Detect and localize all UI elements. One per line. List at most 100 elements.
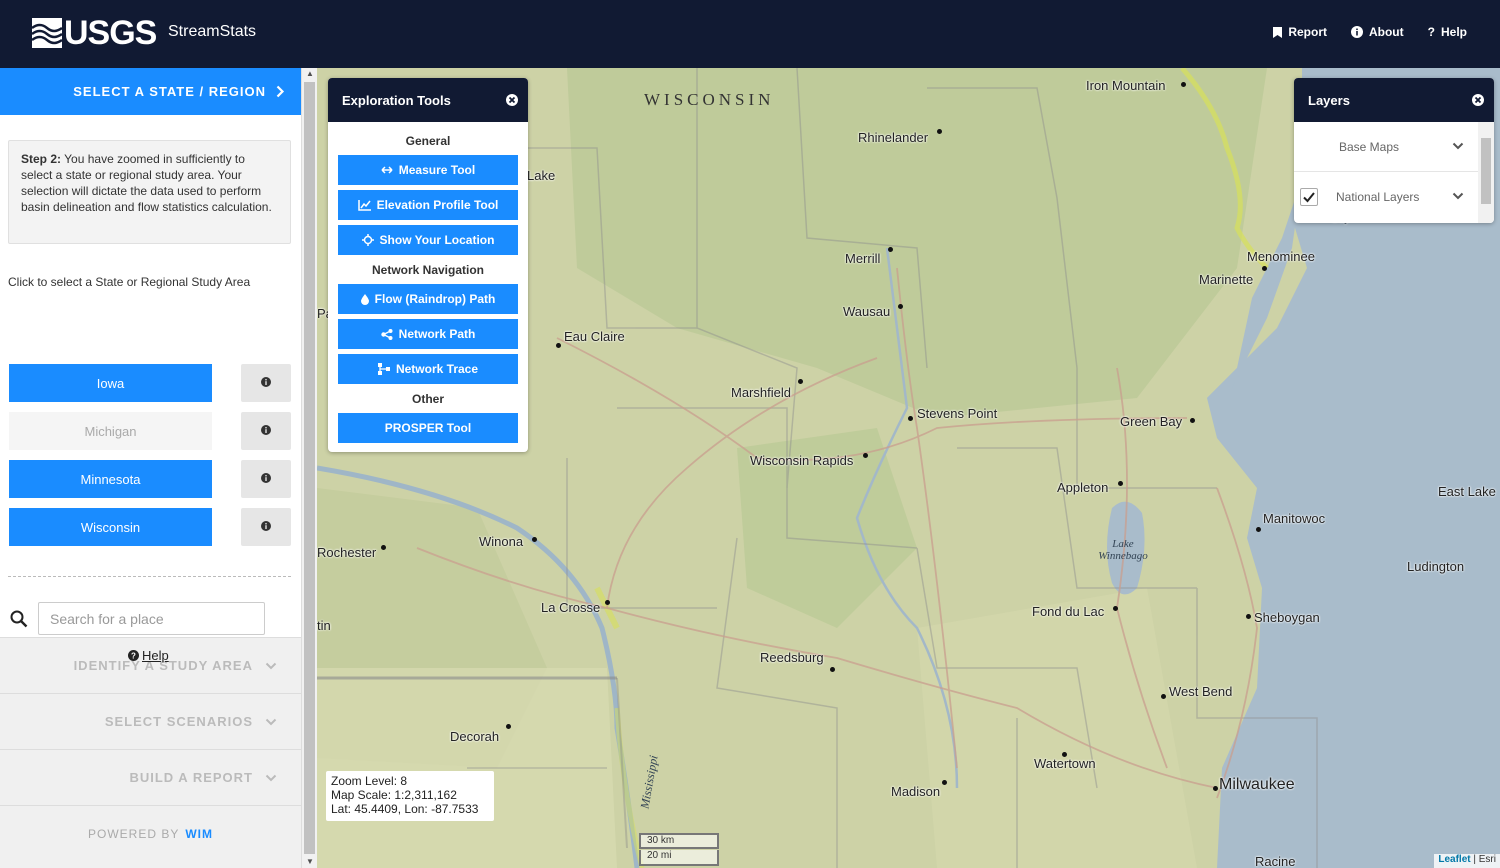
share-nodes-icon bbox=[380, 328, 393, 340]
region-info-button-iowa[interactable] bbox=[241, 364, 291, 402]
help-label: Help bbox=[1440, 25, 1467, 39]
step-identify-study-area[interactable]: IDENTIFY A STUDY AREA bbox=[0, 637, 301, 693]
city-label: Manitowoc bbox=[1263, 511, 1326, 526]
city-label: Rochester bbox=[317, 545, 377, 560]
city-marker bbox=[556, 343, 561, 348]
city-marker bbox=[605, 600, 610, 605]
city-label: Reedsburg bbox=[760, 650, 824, 665]
place-search-input[interactable] bbox=[38, 602, 265, 635]
divider bbox=[8, 576, 291, 577]
national-layers-label: National Layers bbox=[1336, 190, 1420, 204]
city-label: Racine bbox=[1255, 854, 1296, 868]
attribution-separator: | bbox=[1470, 854, 1479, 865]
layer-group-base-maps[interactable]: Base Maps bbox=[1294, 122, 1478, 172]
city-marker bbox=[1256, 527, 1261, 532]
city-label: tin bbox=[317, 618, 331, 633]
city-label: Appleton bbox=[1057, 480, 1109, 495]
sitemap-icon bbox=[377, 363, 390, 375]
chevron-right-icon bbox=[276, 85, 285, 98]
map-scale: Map Scale: 1:2,311,162 bbox=[331, 788, 457, 802]
network-path-label: Network Path bbox=[398, 327, 476, 341]
step-select-state-body: Step 2: You have zoomed in sufficiently … bbox=[0, 115, 301, 663]
network-path-button[interactable]: Network Path bbox=[338, 319, 518, 349]
top-nav: Report About ? Help bbox=[1273, 25, 1467, 39]
city-marker bbox=[830, 667, 835, 672]
usgs-logo[interactable]: USGS bbox=[32, 16, 157, 50]
step-select-state-label: SELECT A STATE / REGION bbox=[73, 84, 266, 99]
info-icon bbox=[261, 470, 271, 488]
step-select-scenarios[interactable]: SELECT SCENARIOS bbox=[0, 693, 301, 749]
measure-tool-button[interactable]: Measure Tool bbox=[338, 155, 518, 185]
city-marker bbox=[937, 129, 942, 134]
national-layers-checkbox[interactable] bbox=[1300, 188, 1318, 206]
region-button-iowa[interactable]: Iowa bbox=[9, 364, 212, 402]
about-link[interactable]: About bbox=[1350, 25, 1404, 39]
step-instructions: Step 2: You have zoomed in sufficiently … bbox=[8, 140, 291, 244]
city-label: Sheboygan bbox=[1254, 610, 1320, 625]
step-number: Step 2: bbox=[21, 152, 62, 166]
city-label: Marinette bbox=[1199, 272, 1254, 287]
city-label: Eau Claire bbox=[564, 329, 625, 344]
wim-link[interactable]: WIM bbox=[185, 827, 213, 841]
region-info-button-michigan[interactable] bbox=[241, 412, 291, 450]
city-marker bbox=[1181, 82, 1186, 87]
network-trace-label: Network Trace bbox=[395, 362, 479, 376]
layers-scrollbar-thumb[interactable] bbox=[1481, 138, 1491, 204]
region-info-button-wisconsin[interactable] bbox=[241, 508, 291, 546]
usgs-wave-icon bbox=[32, 18, 62, 48]
tools-section-other: Other bbox=[411, 392, 444, 406]
network-trace-button[interactable]: Network Trace bbox=[338, 354, 518, 384]
svg-text:?: ? bbox=[131, 652, 136, 661]
close-icon[interactable] bbox=[506, 94, 518, 106]
search-help-link[interactable]: ? Help bbox=[128, 648, 169, 663]
city-label: Lake bbox=[527, 168, 556, 183]
layers-scrollbar[interactable] bbox=[1478, 122, 1494, 223]
region-info-button-minnesota[interactable] bbox=[241, 460, 291, 498]
city-marker bbox=[506, 724, 511, 729]
prosper-tool-button[interactable]: PROSPER Tool bbox=[338, 413, 518, 443]
scroll-down-icon[interactable]: ▼ bbox=[302, 856, 318, 868]
close-icon[interactable] bbox=[1472, 94, 1484, 106]
city-label: West Bend bbox=[1169, 684, 1233, 699]
city-label: Stevens Point bbox=[917, 406, 998, 421]
tools-section-network: Network Navigation bbox=[371, 263, 485, 277]
flow-path-button[interactable]: Flow (Raindrop) Path bbox=[338, 284, 518, 314]
city-marker bbox=[798, 379, 803, 384]
info-icon bbox=[261, 518, 271, 536]
powered-by-label: POWERED BY bbox=[87, 826, 180, 841]
info-icon bbox=[261, 374, 271, 392]
powered-by: POWERED BY WIM bbox=[0, 805, 301, 861]
city-label: Watertown bbox=[1034, 756, 1096, 771]
report-link[interactable]: Report bbox=[1273, 25, 1327, 39]
step-build-report[interactable]: BUILD A REPORT bbox=[0, 749, 301, 805]
city-marker bbox=[381, 545, 386, 550]
base-maps-label: Base Maps bbox=[1339, 139, 1400, 154]
elevation-profile-button[interactable]: Elevation Profile Tool bbox=[338, 190, 518, 220]
scrollbar-thumb[interactable] bbox=[304, 82, 315, 854]
tools-section-general: General bbox=[405, 134, 451, 148]
show-location-button[interactable]: Show Your Location bbox=[338, 225, 518, 255]
scroll-up-icon[interactable]: ▲ bbox=[302, 68, 318, 80]
city-marker bbox=[898, 304, 903, 309]
layers-title: Layers bbox=[1308, 92, 1350, 108]
city-marker bbox=[863, 453, 868, 458]
info-icon bbox=[261, 422, 271, 440]
region-button-wisconsin[interactable]: Wisconsin bbox=[9, 508, 212, 546]
sidebar-scrollbar[interactable]: ▲ ▼ bbox=[301, 68, 317, 868]
city-label: Marshfield bbox=[731, 385, 791, 400]
esri-attribution: Esri bbox=[1478, 854, 1496, 865]
help-link[interactable]: ? Help bbox=[1428, 25, 1467, 39]
top-header: USGS StreamStats Report About ? Help bbox=[0, 0, 1500, 68]
city-marker bbox=[1118, 481, 1123, 486]
city-label: Ludington bbox=[1407, 559, 1465, 574]
question-icon: ? bbox=[1427, 25, 1435, 39]
region-button-minnesota[interactable]: Minnesota bbox=[9, 460, 212, 498]
layer-group-national[interactable]: National Layers bbox=[1294, 172, 1478, 222]
step-select-state-header[interactable]: SELECT A STATE / REGION bbox=[0, 68, 301, 115]
city-label: Fond du Lac bbox=[1032, 604, 1105, 619]
tools-header: Exploration Tools bbox=[328, 78, 528, 122]
scale-bar-mi: 20 mi bbox=[639, 850, 719, 866]
search-help-label: Help bbox=[142, 648, 169, 663]
city-label: La Crosse bbox=[541, 600, 601, 615]
leaflet-link[interactable]: Leaflet bbox=[1438, 854, 1470, 865]
